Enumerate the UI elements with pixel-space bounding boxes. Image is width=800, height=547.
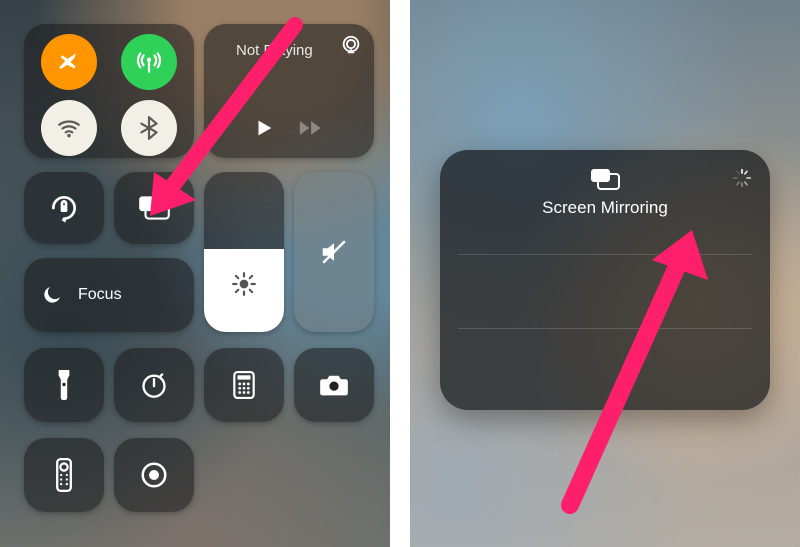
camera-button[interactable] [294,348,374,422]
forward-button[interactable] [299,118,325,143]
cellular-data-toggle[interactable] [121,34,177,90]
sheet-divider [458,328,752,329]
airplay-icon[interactable] [340,34,362,61]
sheet-title: Screen Mirroring [440,198,770,218]
focus-label: Focus [78,286,122,304]
media-playback-tile[interactable]: Not Playing [204,24,374,158]
cellular-antenna-icon [136,49,162,75]
phone-screenshot-control-center: Not Playing [0,0,390,547]
calculator-button[interactable] [204,348,284,422]
focus-button[interactable]: Focus [24,258,194,332]
bluetooth-toggle[interactable] [121,100,177,156]
bluetooth-icon [136,115,162,141]
loading-spinner-icon [732,168,752,193]
remote-icon [55,458,73,492]
play-icon [253,117,275,139]
screen-record-button[interactable] [114,438,194,512]
flashlight-button[interactable] [24,348,104,422]
timer-button[interactable] [114,348,194,422]
brightness-icon [231,271,257,302]
apple-tv-remote-button[interactable] [24,438,104,512]
screen-mirror-icon [136,193,172,223]
moon-icon [40,283,64,307]
play-button[interactable] [253,117,275,144]
flashlight-icon [54,370,74,400]
calculator-icon [232,371,256,399]
screen-mirror-icon [588,166,622,192]
sheet-divider [458,254,752,255]
rotation-lock-icon [48,192,80,224]
tutorial-figure: Not Playing [0,0,800,547]
wifi-toggle[interactable] [41,100,97,156]
wifi-icon [56,115,82,141]
media-controls [204,117,374,144]
rotation-lock-toggle[interactable] [24,172,104,244]
timer-icon [140,371,168,399]
forward-icon [299,118,325,138]
phone-screenshot-mirroring-sheet: Screen Mirroring [410,0,800,547]
screen-record-icon [139,460,169,490]
airplane-mode-toggle[interactable] [41,34,97,90]
screen-mirroring-sheet[interactable]: Screen Mirroring [440,150,770,410]
camera-icon [319,373,349,397]
airplane-icon [56,49,82,75]
control-center: Not Playing [0,0,390,547]
volume-slider[interactable] [294,172,374,332]
panel-gutter [390,0,410,547]
brightness-slider[interactable] [204,172,284,332]
screen-mirroring-button[interactable] [114,172,194,244]
volume-muted-icon [319,237,349,267]
connectivity-cluster[interactable] [24,24,194,158]
sheet-header: Screen Mirroring [440,150,770,218]
